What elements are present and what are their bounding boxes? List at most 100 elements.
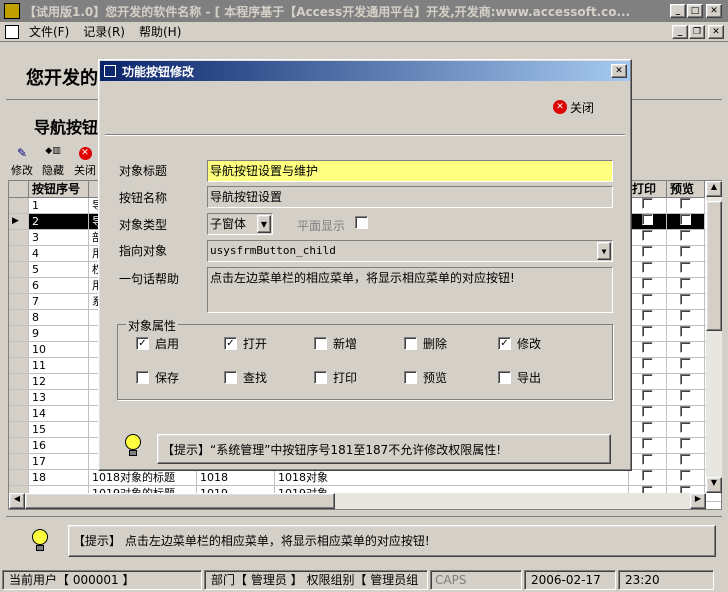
object-title-field[interactable]: 导航按钮设置与维护 [207,160,613,182]
prop-checkbox-item[interactable]: ✓ 修改 [498,335,541,352]
preview-checkbox[interactable] [680,470,691,481]
dialog-title-bar[interactable]: 功能按钮修改 ✕ [100,61,630,81]
print-checkbox[interactable] [642,246,653,257]
hide-button[interactable]: ◆▥ 隐藏 [38,146,68,178]
preview-checkbox[interactable] [680,438,691,449]
print-checkbox[interactable] [642,214,653,225]
preview-checkbox[interactable] [680,342,691,353]
preview-checkbox[interactable] [680,198,691,209]
checkbox[interactable]: ✓ [224,337,237,350]
preview-checkbox[interactable] [680,358,691,369]
prop-checkbox-item[interactable]: 保存 [136,369,179,386]
checkbox[interactable] [404,337,417,350]
print-checkbox[interactable] [642,470,653,481]
close-window-button[interactable]: ✕ [706,4,722,18]
checkbox[interactable] [314,337,327,350]
row-selector[interactable] [9,358,29,373]
print-checkbox[interactable] [642,422,653,433]
print-checkbox[interactable] [642,454,653,465]
preview-checkbox[interactable] [680,454,691,465]
row-selector[interactable] [9,230,29,245]
row-selector[interactable] [9,294,29,309]
target-select[interactable]: usysfrmButton_child ▼ [207,240,613,262]
row-selector[interactable] [9,438,29,453]
print-checkbox[interactable] [642,278,653,289]
child-minimize-button[interactable]: _ [672,25,688,39]
preview-checkbox[interactable] [680,246,691,257]
row-selector[interactable] [9,390,29,405]
checkbox[interactable] [498,371,511,384]
child-restore-button[interactable]: ❐ [689,25,705,39]
child-close-button[interactable]: ✕ [708,25,724,39]
preview-checkbox[interactable] [680,406,691,417]
prop-checkbox-item[interactable]: 预览 [404,369,447,386]
row-selector[interactable] [9,326,29,341]
print-checkbox[interactable] [642,374,653,385]
print-checkbox[interactable] [642,230,653,241]
preview-checkbox[interactable] [680,422,691,433]
preview-checkbox[interactable] [680,294,691,305]
menu-file[interactable]: 文件(F) [29,23,69,40]
prop-checkbox-item[interactable]: 查找 [224,369,267,386]
row-selector[interactable] [9,278,29,293]
menu-help[interactable]: 帮助(H) [139,23,181,40]
print-checkbox[interactable] [642,262,653,273]
row-selector[interactable] [9,470,29,485]
edit-button[interactable]: ✎ 修改 [8,146,36,178]
row-selector[interactable] [9,262,29,277]
dialog-x-button[interactable]: ✕ [611,64,627,78]
row-selector[interactable] [9,342,29,357]
preview-checkbox[interactable] [680,390,691,401]
preview-checkbox[interactable] [680,326,691,337]
checkbox[interactable] [404,371,417,384]
vertical-scrollbar[interactable]: ▲ ▼ [706,181,722,493]
prop-checkbox-item[interactable]: 导出 [498,369,541,386]
scroll-thumb[interactable] [706,201,722,331]
horizontal-scrollbar[interactable]: ◀ ▶ [9,493,706,509]
print-checkbox[interactable] [642,438,653,449]
print-checkbox[interactable] [642,358,653,369]
row-selector[interactable] [9,374,29,389]
row-selector[interactable] [9,198,29,213]
row-selector[interactable] [9,422,29,437]
maximize-button[interactable]: □ [687,4,703,18]
preview-checkbox[interactable] [680,214,691,225]
dialog-close-button[interactable]: ✕ 关闭 [553,97,609,117]
prop-checkbox-item[interactable]: ✓ 打开 [224,335,267,352]
checkbox[interactable] [314,371,327,384]
menu-record[interactable]: 记录(R) [83,23,125,40]
button-name-field[interactable]: 导航按钮设置 [207,186,613,208]
chevron-down-icon[interactable]: ▼ [257,215,271,233]
row-selector[interactable] [9,454,29,469]
print-checkbox[interactable] [642,310,653,321]
prop-checkbox-item[interactable]: 新增 [314,335,357,352]
print-checkbox[interactable] [642,294,653,305]
row-selector[interactable]: ▶ [9,214,29,229]
row-selector[interactable] [9,246,29,261]
row-selector[interactable] [9,310,29,325]
prop-checkbox-item[interactable]: 打印 [314,369,357,386]
print-checkbox[interactable] [642,342,653,353]
prop-checkbox-item[interactable]: ✓ 启用 [136,335,179,352]
preview-checkbox[interactable] [680,262,691,273]
flat-display-checkbox[interactable] [355,216,368,229]
checkbox[interactable]: ✓ [498,337,511,350]
prop-checkbox-item[interactable]: 删除 [404,335,447,352]
print-checkbox[interactable] [642,390,653,401]
print-checkbox[interactable] [642,198,653,209]
chevron-down-icon[interactable]: ▼ [597,242,611,260]
row-selector[interactable] [9,406,29,421]
help-textarea[interactable]: 点击左边菜单栏的相应菜单，将显示相应菜单的对应按钮! [207,267,613,313]
preview-checkbox[interactable] [680,374,691,385]
preview-checkbox[interactable] [680,310,691,321]
checkbox[interactable] [224,371,237,384]
checkbox[interactable] [136,371,149,384]
print-checkbox[interactable] [642,406,653,417]
table-row[interactable]: 18 1018对象的标题 1018 1018对象 [9,470,721,486]
main-title-bar[interactable]: 【试用版1.0】您开发的软件名称 - [ 本程序基于【Access开发通用平台】… [0,0,728,22]
preview-checkbox[interactable] [680,230,691,241]
print-checkbox[interactable] [642,326,653,337]
preview-checkbox[interactable] [680,278,691,289]
hscroll-thumb[interactable] [25,493,335,509]
checkbox[interactable]: ✓ [136,337,149,350]
